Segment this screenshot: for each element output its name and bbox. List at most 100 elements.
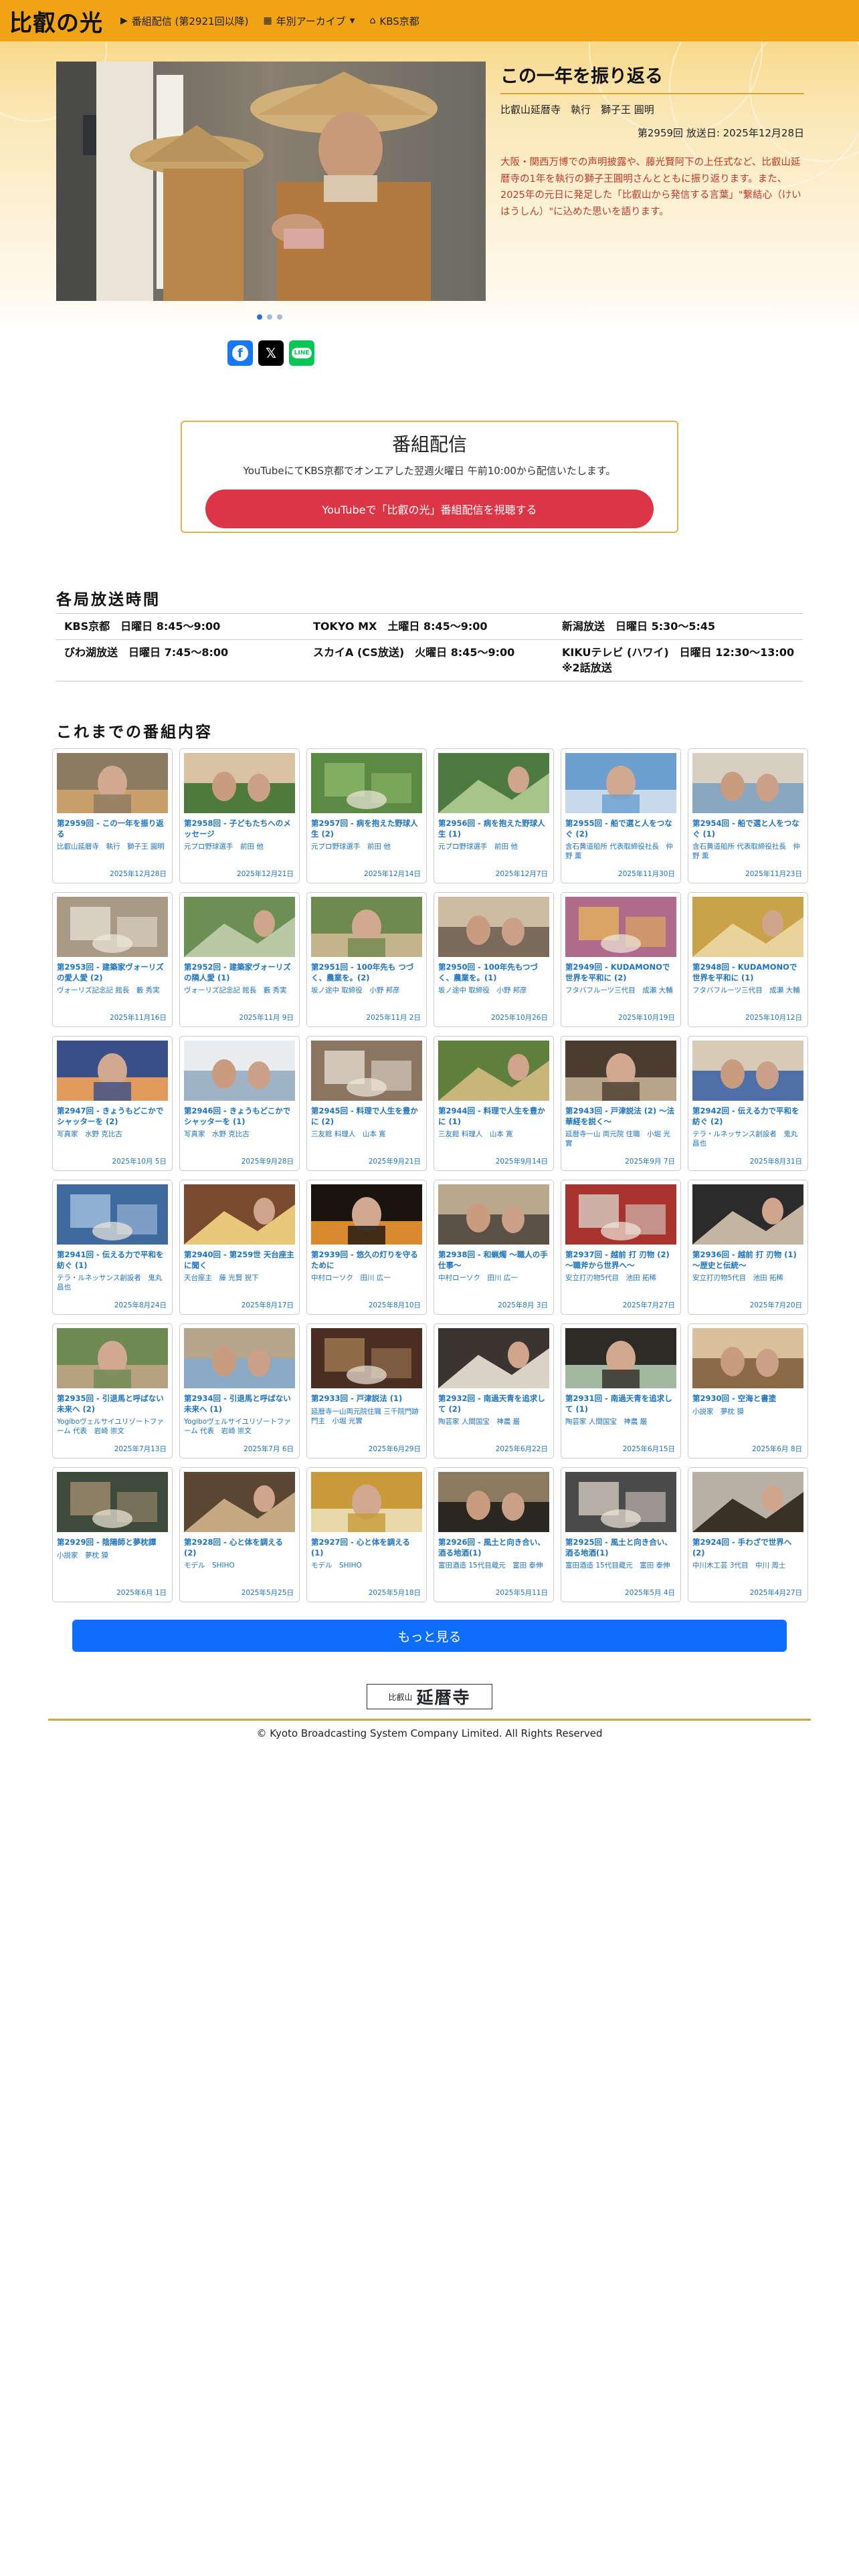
episode-title[interactable]: 第2954回 - 船で選と人をつなぐ (1) (692, 819, 803, 839)
episode-card[interactable]: 第2937回 - 越前 打 刃物 (2) 〜職斧から世界へ〜 安立打刃物5代目 池… (561, 1180, 681, 1315)
episode-guest: 富田酒造 15代目蔵元 富田 泰伸 (565, 1562, 670, 1570)
episode-title[interactable]: 第2933回 - 戸津説法 (1) (311, 1394, 422, 1404)
episode-card[interactable]: 第2939回 - 悠久の灯りを守るために 中村ローソク 田川 広一 2025年8月1… (306, 1180, 427, 1315)
episode-guest: 天台座主 藤 光賢 猊下 (184, 1274, 259, 1283)
episode-title[interactable]: 第2927回 - 心と体を調える (1) (311, 1537, 422, 1558)
episode-title[interactable]: 第2948回 - KUDAMONOで世界を平和に (1) (692, 962, 803, 983)
episode-title[interactable]: 第2926回 - 風土と向き合い、酒る地酒(1) (438, 1537, 549, 1558)
episode-card[interactable]: 第2930回 - 空海と書塗 小説家 夢枕 獏 2025年6月 8日 (688, 1323, 808, 1459)
episode-card[interactable]: 第2941回 - 伝える力で平和を紡ぐ (1) テラ・ルネッサンス創設者 鬼丸 昌… (52, 1180, 173, 1315)
episode-title[interactable]: 第2955回 - 船で選と人をつなぐ (2) (565, 819, 676, 839)
episode-card[interactable]: 第2949回 - KUDAMONOで世界を平和に (2) フタバフルーツ三代目 成… (561, 892, 681, 1027)
episode-card[interactable]: 第2938回 - 和蝋燭 〜職人の手仕事〜 中村ローソク 田川 広一 2025年8月… (434, 1180, 554, 1315)
episode-title[interactable]: 第2934回 - 引退馬と呼ばない未来へ (1) (184, 1394, 295, 1414)
episode-card[interactable]: 第2928回 - 心と体を調える (2) モデル SHIHO 2025年5月25日 (179, 1467, 300, 1602)
episode-title[interactable]: 第2935回 - 引退馬と呼ばない未来へ (2) (57, 1394, 168, 1414)
episode-card[interactable]: 第2953回 - 建築家ヴォーリズの愛人愛 (2) ヴォーリズ記念記 館長 藪 秀… (52, 892, 173, 1027)
episode-date: 2025年5月18日 (368, 1589, 421, 1597)
episode-card[interactable]: 第2945回 - 料理で人生を豊かに (2) 三友館 料理人 山本 寛 2025年9… (306, 1036, 427, 1171)
episode-card[interactable]: 第2927回 - 心と体を調える (1) モデル SHIHO 2025年5月18日 (306, 1467, 427, 1602)
episode-card[interactable]: 第2956回 - 病を抱えた野球人生 (1) 元プロ野球選手 前田 他 2025年1… (434, 748, 554, 883)
episode-card[interactable]: 第2935回 - 引退馬と呼ばない未来へ (2) Yogiboヴェルサイユリゾート… (52, 1323, 173, 1459)
episode-title[interactable]: 第2942回 - 伝える力で平和を紡ぐ (2) (692, 1106, 803, 1127)
episode-title[interactable]: 第2945回 - 料理で人生を豊かに (2) (311, 1106, 422, 1127)
episode-card[interactable]: 第2951回 - 100年先も つづく、農業を。(2) 坂ノ途中 取締役 小野 邦… (306, 892, 427, 1027)
episode-card[interactable]: 第2931回 - 南過天青を追求して (1) 陶芸家 人間国宝 神農 巌 2025年… (561, 1323, 681, 1459)
carousel-dot[interactable] (257, 314, 262, 320)
episode-title[interactable]: 第2930回 - 空海と書塗 (692, 1394, 803, 1404)
x-share-button[interactable]: 𝕏 (258, 340, 284, 366)
episode-title[interactable]: 第2924回 - 手わざで世界へ(2) (692, 1537, 803, 1558)
episode-title[interactable]: 第2957回 - 病を抱えた野球人生 (2) (311, 819, 422, 839)
episode-card[interactable]: 第2947回 - きょうもどこかでシャッターを (2) 写真家 水野 克比古 202… (52, 1036, 173, 1171)
episode-guest: 富田酒造 15代目蔵元 富田 泰伸 (438, 1562, 543, 1570)
episode-card[interactable]: 第2942回 - 伝える力で平和を紡ぐ (2) テラ・ルネッサンス創設者 鬼丸 昌… (688, 1036, 808, 1171)
carousel-image[interactable] (56, 62, 486, 301)
episode-title[interactable]: 第2932回 - 南過天青を追求して (2) (438, 1394, 549, 1414)
episode-title[interactable]: 第2953回 - 建築家ヴォーリズの愛人愛 (2) (57, 962, 168, 983)
episode-card[interactable]: 第2932回 - 南過天青を追求して (2) 陶芸家 人間国宝 神農 巌 2025年… (434, 1323, 554, 1459)
episode-card[interactable]: 第2933回 - 戸津説法 (1) 延暦寺一山両元院住職 三千院門跡門主 小堀 光… (306, 1323, 427, 1459)
carousel-dot[interactable] (267, 314, 272, 320)
episode-title[interactable]: 第2944回 - 料理で人生を豊かに (1) (438, 1106, 549, 1127)
load-more-button[interactable]: もっと見る (72, 1620, 787, 1652)
episode-title[interactable]: 第2939回 - 悠久の灯りを守るために (311, 1250, 422, 1271)
nav-item-streaming[interactable]: ▶ 番組配信 (第2921回以降) (120, 14, 248, 28)
episode-title[interactable]: 第2940回 - 第259世 天台座主に聞く (184, 1250, 295, 1271)
episode-title[interactable]: 第2956回 - 病を抱えた野球人生 (1) (438, 819, 549, 839)
footer-divider (48, 1719, 811, 1721)
episode-title[interactable]: 第2937回 - 越前 打 刃物 (2) 〜職斧から世界へ〜 (565, 1250, 676, 1271)
episode-card[interactable]: 第2929回 - 陰陽師と夢枕譚 小説家 夢枕 獏 2025年6月 1日 (52, 1467, 173, 1602)
episode-card[interactable]: 第2957回 - 病を抱えた野球人生 (2) 元プロ野球選手 前田 他 2025年1… (306, 748, 427, 883)
nav-item-kbs[interactable]: ⌂ KBS京都 (369, 14, 419, 28)
episode-title[interactable]: 第2928回 - 心と体を調える (2) (184, 1537, 295, 1558)
episode-title[interactable]: 第2943回 - 戸津説法 (2) 〜法華経を説く〜 (565, 1106, 676, 1127)
episode-title[interactable]: 第2950回 - 100年先もつづく、農業を。(1) (438, 962, 549, 983)
episode-title[interactable]: 第2951回 - 100年先も つづく、農業を。(2) (311, 962, 422, 983)
episode-card[interactable]: 第2958回 - 子どもたちへのメッセージ 元プロ野球選手 前田 他 2025年12… (179, 748, 300, 883)
episode-title[interactable]: 第2946回 - きょうもどこかでシャッターを (1) (184, 1106, 295, 1127)
episode-title[interactable]: 第2952回 - 建築家ヴォーリズの隣人愛 (1) (184, 962, 295, 983)
episode-title[interactable]: 第2936回 - 越前 打 刃物 (1) 〜歴史と伝統〜 (692, 1250, 803, 1271)
episode-thumbnail (311, 1328, 422, 1388)
episode-card[interactable]: 第2926回 - 風土と向き合い、酒る地酒(1) 富田酒造 15代目蔵元 富田 泰… (434, 1467, 554, 1602)
enryakuji-logo[interactable]: 比叡山 延暦寺 (367, 1684, 492, 1709)
episode-title[interactable]: 第2925回 - 風土と向き合い、酒る地酒(1) (565, 1537, 676, 1558)
episode-card[interactable]: 第2925回 - 風土と向き合い、酒る地酒(1) 富田酒造 15代目蔵元 富田 泰… (561, 1467, 681, 1602)
episode-card[interactable]: 第2955回 - 船で選と人をつなぐ (2) 含石黄道船所 代表取締役社長 仲野 … (561, 748, 681, 883)
episode-card[interactable]: 第2944回 - 料理で人生を豊かに (1) 三友館 料理人 山本 寛 2025年9… (434, 1036, 554, 1171)
episode-guest: 含石黄道船所 代表取締役社長 仲野 薫 (565, 843, 673, 861)
line-share-button[interactable]: LINE (289, 340, 314, 366)
episode-title[interactable]: 第2958回 - 子どもたちへのメッセージ (184, 819, 295, 839)
episode-title[interactable]: 第2941回 - 伝える力で平和を紡ぐ (1) (57, 1250, 168, 1271)
featured-description: 大阪・関西万博での声明披露や、藤光賢阿下の上任式など、比叡山延暦寺の1年を執行の… (500, 157, 801, 217)
episode-title[interactable]: 第2947回 - きょうもどこかでシャッターを (2) (57, 1106, 168, 1127)
episode-card[interactable]: 第2934回 - 引退馬と呼ばない未来へ (1) Yogiboヴェルサイユリゾート… (179, 1323, 300, 1459)
episode-card[interactable]: 第2950回 - 100年先もつづく、農業を。(1) 坂ノ途中 取締役 小野 邦彦… (434, 892, 554, 1027)
episode-title[interactable]: 第2959回 - この一年を振り返る (57, 819, 168, 839)
schedule-cell: 新潟放送 日曜日 5:30〜5:45 (562, 620, 716, 633)
carousel-dot[interactable] (277, 314, 282, 320)
episode-date: 2025年9月 7日 (625, 1158, 675, 1166)
schedule-cell: びわ湖放送 日曜日 7:45〜8:00 (64, 646, 229, 659)
episode-title[interactable]: 第2938回 - 和蝋燭 〜職人の手仕事〜 (438, 1250, 549, 1271)
episode-card[interactable]: 第2959回 - この一年を振り返る 比叡山延暦寺 執行 獅子王 圓明 2025年1… (52, 748, 173, 883)
episode-card[interactable]: 第2952回 - 建築家ヴォーリズの隣人愛 (1) ヴォーリズ記念記 館長 藪 秀… (179, 892, 300, 1027)
episode-title[interactable]: 第2929回 - 陰陽師と夢枕譚 (57, 1537, 168, 1548)
episode-card[interactable]: 第2936回 - 越前 打 刃物 (1) 〜歴史と伝統〜 安立打刃物5代目 池田 … (688, 1180, 808, 1315)
line-icon: LINE (291, 348, 312, 358)
copyright-text: © Kyoto Broadcasting System Company Limi… (256, 1727, 603, 1739)
episode-card[interactable]: 第2924回 - 手わざで世界へ(2) 中川木工芸 3代目 中川 周士 2025年4… (688, 1467, 808, 1602)
youtube-watch-button[interactable]: YouTubeで「比叡の光」番組配信を視聴する (205, 490, 654, 528)
facebook-share-button[interactable]: f (227, 340, 253, 366)
episode-card[interactable]: 第2943回 - 戸津説法 (2) 〜法華経を説く〜 延暦寺一山 両元院 住職 小… (561, 1036, 681, 1171)
episode-card[interactable]: 第2946回 - きょうもどこかでシャッターを (1) 写真家 水野 克比古 202… (179, 1036, 300, 1171)
episode-card[interactable]: 第2954回 - 船で選と人をつなぐ (1) 含石黄道船所 代表取締役社長 仲野 … (688, 748, 808, 883)
site-brand[interactable]: 比叡の光 (9, 5, 103, 37)
episode-title[interactable]: 第2949回 - KUDAMONOで世界を平和に (2) (565, 962, 676, 983)
episode-card[interactable]: 第2948回 - KUDAMONOで世界を平和に (1) フタバフルーツ三代目 成… (688, 892, 808, 1027)
episode-guest: ヴォーリズ記念記 館長 藪 秀実 (184, 986, 287, 995)
nav-item-archive[interactable]: ▦ 年別アーカイブ ▼ (263, 14, 355, 28)
episode-title[interactable]: 第2931回 - 南過天青を追求して (1) (565, 1394, 676, 1414)
episode-card[interactable]: 第2940回 - 第259世 天台座主に聞く 天台座主 藤 光賢 猊下 2025年8… (179, 1180, 300, 1315)
